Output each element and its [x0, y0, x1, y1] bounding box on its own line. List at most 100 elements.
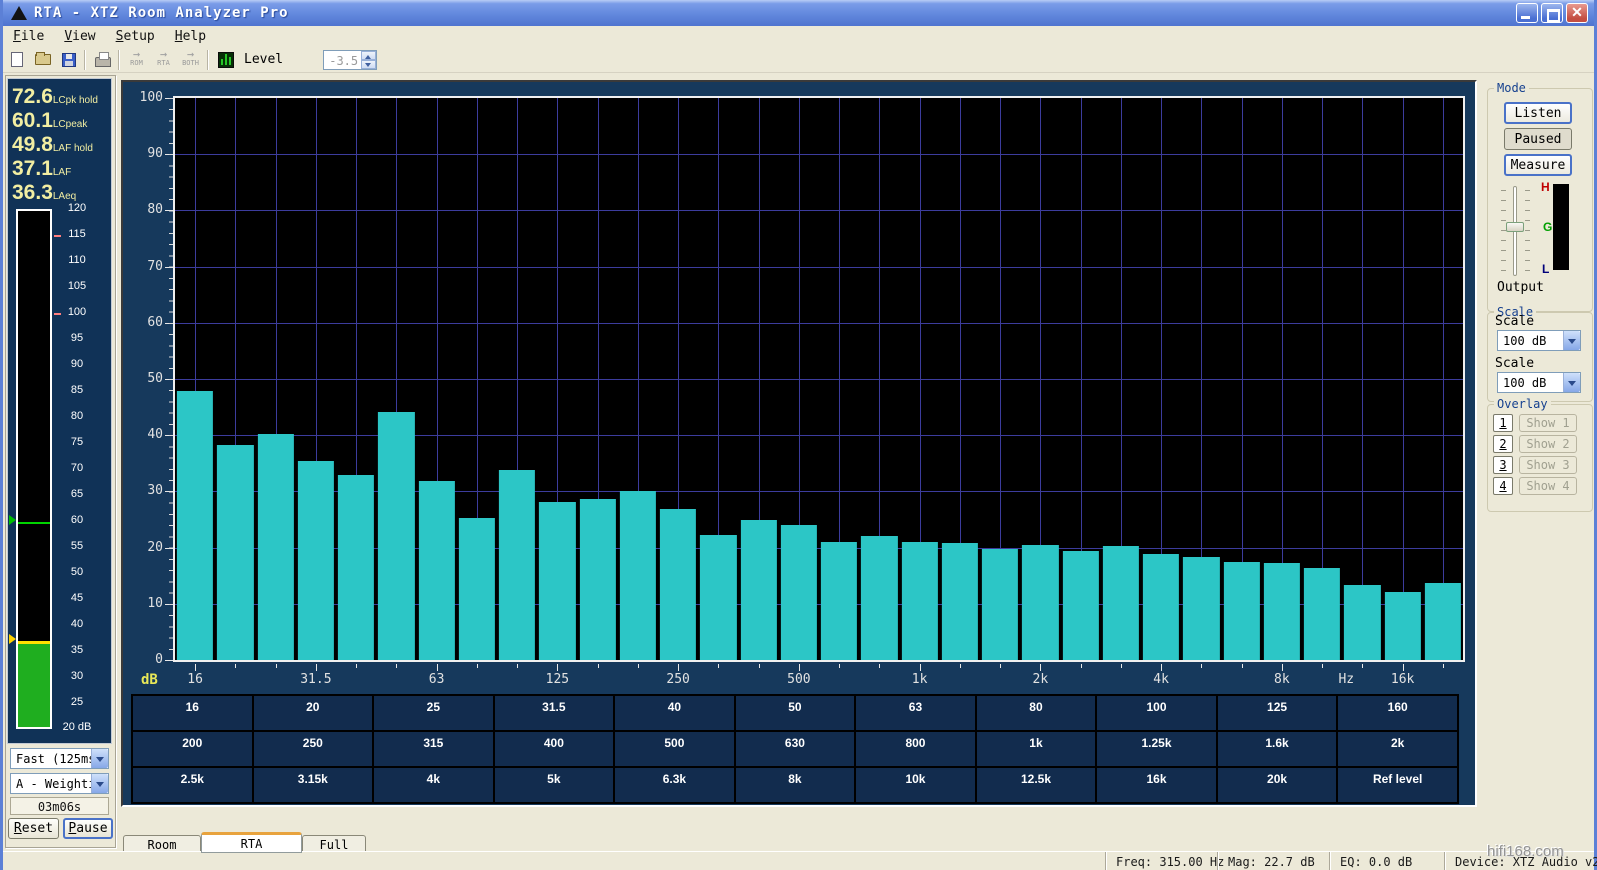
rta-bar — [902, 542, 938, 660]
save-button[interactable] — [57, 49, 81, 71]
x-axis-tick — [557, 664, 558, 671]
route-both-button[interactable]: → BOTH — [177, 48, 204, 71]
y-axis-label: 100 — [123, 90, 163, 105]
overlay-3-button[interactable]: 3 — [1493, 456, 1513, 474]
freq-cell: 16k — [1096, 767, 1217, 803]
close-button[interactable]: ✕ — [1566, 3, 1588, 23]
freq-cell: 315 — [373, 731, 494, 767]
scale-label-1: Scale — [1495, 314, 1534, 329]
route-room-button[interactable]: → ROM — [123, 48, 150, 71]
toolbar-separator — [207, 50, 209, 70]
freq-cell: 5k — [494, 767, 615, 803]
y-axis-label: 40 — [123, 427, 163, 442]
x-axis: 1631.5631252505001k2k4k8kHz16k — [175, 664, 1463, 690]
meter-scale-label: 60 — [54, 514, 100, 526]
freq-cell: 125 — [1217, 695, 1338, 731]
output-level-bar — [1553, 184, 1569, 270]
x-axis-label: 2k — [1033, 672, 1049, 687]
y-axis-label: 90 — [123, 146, 163, 161]
scale-value-1: 100 dB — [1498, 331, 1563, 350]
measurement-laf-hold: 49.8LAF hold — [12, 133, 93, 157]
open-button[interactable] — [31, 49, 55, 71]
x-axis-tick — [718, 664, 719, 668]
menu-help[interactable]: Help — [165, 27, 216, 46]
y-axis-label: 70 — [123, 259, 163, 274]
freq-cell: 20k — [1217, 767, 1338, 803]
rta-bar — [378, 412, 414, 660]
rta-bar — [821, 542, 857, 660]
x-axis-tick — [759, 664, 760, 668]
open-folder-icon — [35, 54, 51, 65]
scale-value-2: 100 dB — [1498, 373, 1563, 392]
freq-cell: 12.5k — [976, 767, 1097, 803]
menu-view[interactable]: View — [54, 27, 105, 46]
right-panel: Mode Listen Paused Measure H G L Output … — [1485, 74, 1597, 834]
spin-down-button[interactable] — [361, 60, 376, 69]
overlay-4-button[interactable]: 4 — [1493, 477, 1513, 495]
new-button[interactable] — [5, 49, 29, 71]
scale-select-2[interactable]: 100 dB — [1497, 372, 1581, 393]
level-button[interactable] — [214, 49, 238, 71]
response-speed-select[interactable]: Fast (125ms — [10, 748, 109, 769]
output-slider-thumb[interactable] — [1506, 222, 1524, 232]
pause-button[interactable]: Pause — [63, 818, 113, 839]
x-axis-tick — [638, 664, 639, 668]
y-axis-label: 60 — [123, 315, 163, 330]
new-document-icon — [11, 52, 23, 67]
route-both-label: BOTH — [177, 59, 204, 68]
current-pointer-icon — [9, 634, 16, 644]
x-axis-tick — [316, 664, 317, 671]
level-meter-icon — [218, 52, 234, 68]
measurement-laf: 37.1LAF — [12, 157, 71, 181]
meter-scale-label: 100 — [54, 306, 100, 318]
chevron-down-icon[interactable] — [91, 774, 108, 793]
spin-up-button[interactable] — [361, 51, 376, 60]
tab-rta[interactable]: RTA — [201, 832, 302, 853]
show-3-button[interactable]: Show 3 — [1519, 456, 1577, 474]
x-axis-label: 500 — [787, 672, 810, 687]
print-button[interactable] — [91, 49, 115, 71]
rta-bar — [1344, 585, 1380, 660]
overlay-2-button[interactable]: 2 — [1493, 435, 1513, 453]
rta-bar — [539, 502, 575, 660]
reset-button[interactable]: Reset — [8, 818, 59, 839]
rta-bar — [942, 543, 978, 660]
x-axis-tick — [517, 664, 518, 668]
rta-bar — [499, 470, 535, 660]
level-spinner[interactable]: -3.5 — [323, 50, 377, 70]
freq-cell: 400 — [494, 731, 615, 767]
freq-table-row: 2002503154005006308001k1.25k1.6k2k — [132, 731, 1458, 767]
overlay-1-button[interactable]: 1 — [1493, 414, 1513, 432]
show-4-button[interactable]: Show 4 — [1519, 477, 1577, 495]
scale-select-1[interactable]: 100 dB — [1497, 330, 1581, 351]
meter-scale-label: 20 dB — [54, 721, 100, 733]
rta-bar — [700, 535, 736, 660]
paused-button[interactable]: Paused — [1504, 128, 1572, 150]
menu-setup[interactable]: Setup — [106, 27, 165, 46]
show-1-button[interactable]: Show 1 — [1519, 414, 1577, 432]
chevron-down-icon[interactable] — [91, 749, 108, 768]
restore-button[interactable] — [1541, 3, 1563, 23]
meter-scale-label: 25 — [54, 696, 100, 708]
x-axis-tick — [1282, 664, 1283, 671]
menu-file[interactable]: File — [3, 27, 54, 46]
measure-button[interactable]: Measure — [1504, 154, 1572, 176]
weighting-select[interactable]: A - Weighti — [10, 773, 109, 794]
y-axis-label: 50 — [123, 371, 163, 386]
route-rta-button[interactable]: → RTA — [150, 48, 177, 71]
chevron-down-icon[interactable] — [1563, 373, 1580, 392]
minimize-button[interactable] — [1516, 3, 1538, 23]
y-axis-unit-label: dB — [141, 672, 158, 688]
meter-scale-label: 50 — [54, 566, 100, 578]
overlay-group-title: Overlay — [1494, 397, 1551, 411]
rta-bar — [1103, 546, 1139, 660]
chevron-down-icon[interactable] — [1563, 331, 1580, 350]
slider-ticks-right — [1525, 190, 1530, 272]
listen-button[interactable]: Listen — [1504, 102, 1572, 124]
show-2-button[interactable]: Show 2 — [1519, 435, 1577, 453]
save-floppy-icon — [62, 53, 76, 67]
freq-cell: 2k — [1337, 731, 1458, 767]
freq-table-row: 16202531.540506380100125160 — [132, 695, 1458, 731]
freq-cell: 6.3k — [614, 767, 735, 803]
x-axis-tick — [1403, 664, 1404, 671]
